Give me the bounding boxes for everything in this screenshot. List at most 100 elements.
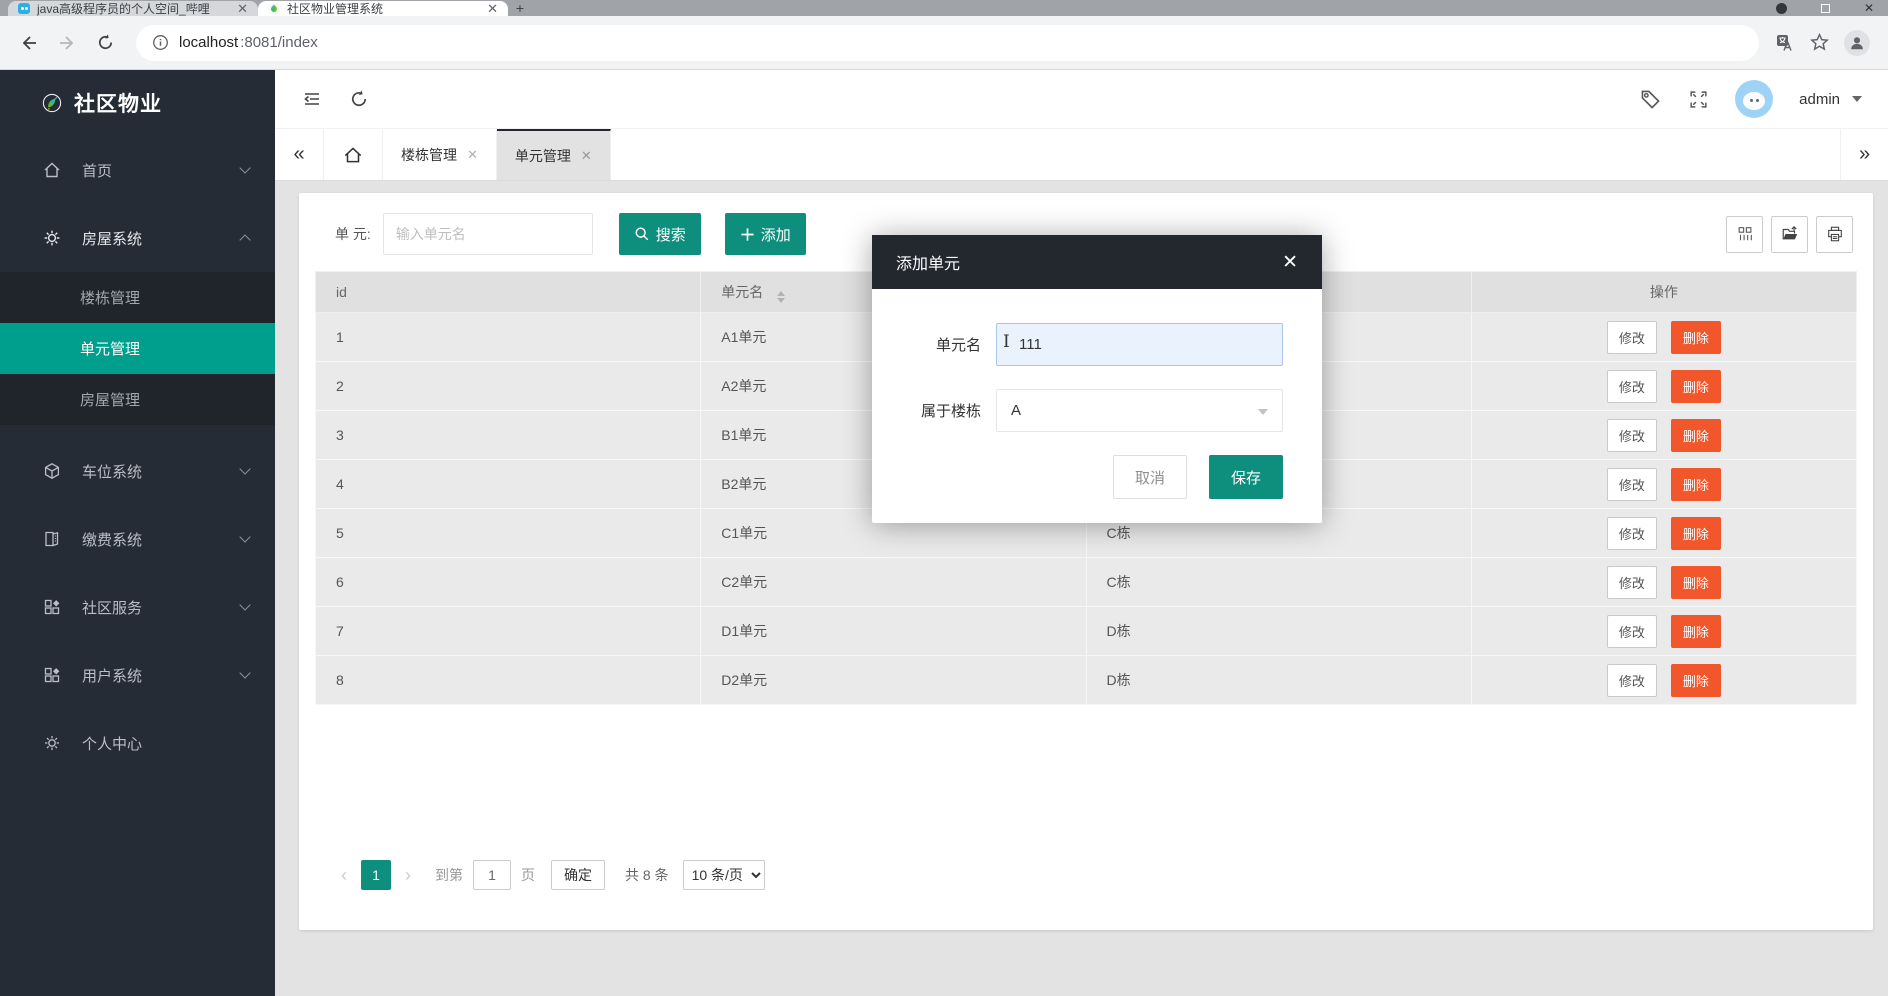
table-row: 6 C2单元 C栋 修改删除 [316,558,1857,607]
edit-button[interactable]: 修改 [1607,615,1657,648]
browser-profile-icon[interactable] [1844,30,1870,56]
edit-button[interactable]: 修改 [1607,517,1657,550]
delete-button[interactable]: 删除 [1671,468,1721,501]
print-button[interactable] [1816,216,1853,253]
sidebar-item-community-service[interactable]: 社区服务 [0,573,275,641]
close-tab-icon[interactable]: ✕ [487,1,498,16]
delete-button[interactable]: 删除 [1671,615,1721,648]
sidebar-item-label: 车位系统 [82,461,221,482]
sidebar-item-label: 房屋系统 [82,228,221,249]
sidebar-subitem-label: 房屋管理 [80,389,140,410]
collapse-sidebar-icon[interactable] [301,88,323,110]
bilibili-favicon-icon [18,3,30,14]
site-info-icon[interactable] [152,34,169,51]
tabs-scroll-left-icon[interactable]: « [275,129,323,180]
filter-columns-button[interactable] [1726,216,1763,253]
close-tab-icon[interactable]: ✕ [467,147,478,163]
grid-icon [42,597,62,617]
chevron-up-icon [239,234,250,245]
chevron-down-icon[interactable] [1852,96,1862,102]
browser-window: java高级程序员的个人空间_哔哩 ✕ 社区物业管理系统 ✕ + ✕ local… [0,0,1888,996]
bill-icon [42,529,62,549]
bookmark-star-icon[interactable] [1809,32,1830,53]
refresh-icon[interactable] [349,89,369,109]
export-button[interactable] [1771,216,1808,253]
sidebar-subitem-label: 单元管理 [80,338,140,359]
close-window-icon[interactable]: ✕ [1864,1,1874,15]
unit-name-input[interactable] [996,323,1283,366]
pagination: ‹ 1 › 到第 页 确定 共 8 条 10 条/页 [315,860,1857,890]
current-page[interactable]: 1 [361,860,391,890]
restore-window-icon[interactable] [1821,4,1830,13]
address-bar[interactable]: localhost:8081/index [136,25,1759,61]
next-page-icon[interactable]: › [401,865,415,886]
delete-button[interactable]: 删除 [1671,370,1721,403]
home-icon [42,160,62,180]
fullscreen-icon[interactable] [1688,89,1709,110]
translate-icon[interactable] [1775,33,1795,53]
sidebar-item-home[interactable]: 首页 [0,136,275,204]
sidebar-item-payment-system[interactable]: 缴费系统 [0,505,275,573]
add-button[interactable]: 添加 [725,213,806,255]
tab-home[interactable] [323,129,383,180]
grid-icon [42,665,62,685]
goto-confirm-button[interactable]: 确定 [551,860,605,890]
tabs-scroll-right-icon[interactable]: » [1840,129,1888,180]
extension-badge-icon[interactable] [1776,3,1787,14]
user-avatar[interactable] [1735,80,1773,118]
save-button[interactable]: 保存 [1209,455,1283,499]
close-tab-icon[interactable]: ✕ [581,148,592,164]
forward-icon[interactable] [52,28,82,58]
close-tab-icon[interactable]: ✕ [237,1,248,16]
main-area: admin « 楼栋管理 ✕ 单元管理 ✕ » [275,70,1888,996]
cube-icon [42,461,62,481]
page-size-select[interactable]: 10 条/页 [683,860,765,890]
close-icon[interactable]: ✕ [1282,251,1298,274]
sidebar-item-label: 缴费系统 [82,529,221,550]
building-select[interactable]: A [996,389,1283,432]
tab-unit-mgmt[interactable]: 单元管理 ✕ [497,129,611,180]
browser-tab-app[interactable]: 社区物业管理系统 ✕ [258,1,508,16]
building-select-value: A [1011,402,1021,419]
edit-button[interactable]: 修改 [1607,321,1657,354]
tab-building-mgmt[interactable]: 楼栋管理 ✕ [383,129,497,180]
browser-tab-bilibili[interactable]: java高级程序员的个人空间_哔哩 ✕ [8,1,258,16]
edit-button[interactable]: 修改 [1607,566,1657,599]
delete-button[interactable]: 删除 [1671,664,1721,697]
delete-button[interactable]: 删除 [1671,566,1721,599]
new-tab-button[interactable]: + [508,1,532,16]
delete-button[interactable]: 删除 [1671,419,1721,452]
sort-icon[interactable] [777,291,785,303]
cancel-button[interactable]: 取消 [1113,455,1187,499]
sidebar-item-unit-mgmt[interactable]: 单元管理 [0,323,275,374]
back-icon[interactable] [14,28,44,58]
edit-button[interactable]: 修改 [1607,664,1657,697]
browser-toolbar: localhost:8081/index [0,16,1888,70]
username[interactable]: admin [1799,91,1840,108]
sidebar-item-building-mgmt[interactable]: 楼栋管理 [0,272,275,323]
delete-button[interactable]: 删除 [1671,321,1721,354]
column-header-actions: 操作 [1471,272,1856,313]
window-controls: ✕ [1776,0,1888,16]
modal-header[interactable]: 添加单元 ✕ [872,235,1322,289]
sidebar-item-parking-system[interactable]: 车位系统 [0,437,275,505]
sidebar-item-room-mgmt[interactable]: 房屋管理 [0,374,275,425]
edit-button[interactable]: 修改 [1607,419,1657,452]
search-input[interactable] [383,213,593,255]
search-button[interactable]: 搜索 [619,213,701,255]
edit-button[interactable]: 修改 [1607,468,1657,501]
sidebar-item-house-system[interactable]: 房屋系统 [0,204,275,272]
edit-button[interactable]: 修改 [1607,370,1657,403]
reload-icon[interactable] [90,28,120,58]
tag-icon[interactable] [1639,88,1662,111]
sidebar-item-user-system[interactable]: 用户系统 [0,641,275,709]
prev-page-icon[interactable]: ‹ [337,865,351,886]
goto-page-input[interactable] [473,860,511,890]
sidebar-item-personal-center[interactable]: 个人中心 [0,709,275,777]
url-path: :8081/index [240,34,318,51]
delete-button[interactable]: 删除 [1671,517,1721,550]
browser-tab-title: java高级程序员的个人空间_哔哩 [37,1,230,16]
modal-body: 单元名 I 属于楼栋 A [872,289,1322,432]
gear-icon [42,733,62,753]
rocket-favicon-icon [268,3,280,15]
